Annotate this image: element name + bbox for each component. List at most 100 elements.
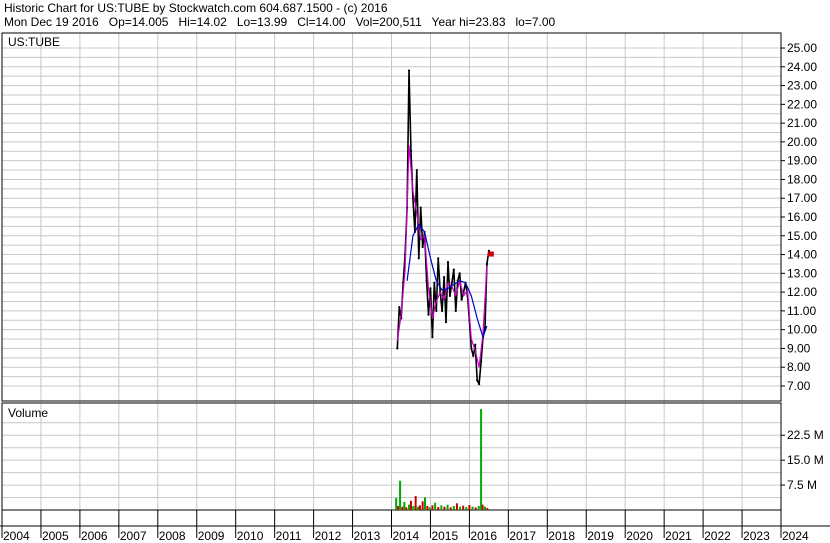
price-point <box>444 321 448 324</box>
x-tick-label: 2004 <box>3 529 30 543</box>
price-tick-label: 14.00 <box>787 248 817 262</box>
x-tick-label: 2005 <box>42 529 69 543</box>
volume-bar <box>401 506 404 510</box>
volume-bar <box>426 506 429 510</box>
volume-bar <box>462 505 465 510</box>
volume-bar <box>395 498 398 510</box>
price-point <box>417 257 420 260</box>
x-tick-label: 2021 <box>665 529 692 543</box>
price-tick-label: 23.00 <box>787 79 817 93</box>
volume-bar <box>428 507 431 510</box>
price-point <box>435 309 438 312</box>
price-point <box>429 287 432 290</box>
price-tick-label: 15.00 <box>787 229 817 243</box>
volume-bar <box>408 504 411 510</box>
price-point <box>415 168 418 172</box>
price-point <box>433 281 436 284</box>
x-tick-label: 2008 <box>159 529 186 543</box>
price-panel-label: US:TUBE <box>8 35 60 49</box>
price-point <box>427 313 430 316</box>
price-point <box>460 298 463 301</box>
volume-bar <box>459 506 462 510</box>
volume-bars <box>395 408 489 510</box>
price-point <box>442 275 446 279</box>
volume-bar <box>414 496 417 510</box>
x-tick-label: 2010 <box>237 529 264 543</box>
x-tick-label: 2023 <box>743 529 770 543</box>
volume-bar <box>449 507 452 510</box>
x-tick-label: 2019 <box>587 529 614 543</box>
volume-bar <box>465 507 468 510</box>
x-tick-label: 2020 <box>626 529 653 543</box>
price-tick-label: 20.00 <box>787 135 817 149</box>
volume-bar <box>421 501 424 510</box>
volume-bar <box>399 480 402 510</box>
price-point <box>450 281 453 284</box>
x-tick-label: 2007 <box>120 529 147 543</box>
price-tick-label: 12.00 <box>787 285 817 299</box>
volume-panel-label: Volume <box>8 406 48 420</box>
volume-bar <box>431 505 434 510</box>
price-volume-chart: 25.00 24.00 23.00 22.00 21.00 20.00 19.00 18.00… <box>0 32 830 543</box>
price-tick-label: 21.00 <box>787 116 817 130</box>
x-tick-label: 2022 <box>704 529 731 543</box>
volume-bar <box>397 506 400 510</box>
x-tick-label: 2015 <box>431 529 458 543</box>
volume-bar <box>446 504 449 510</box>
price-point <box>452 268 455 271</box>
price-tick-label: 16.00 <box>787 210 817 224</box>
price-tick-label: 17.00 <box>787 191 817 205</box>
chart-frame <box>0 32 830 538</box>
price-point <box>441 309 444 312</box>
price-point <box>409 150 413 153</box>
volume-bar <box>409 500 412 510</box>
price-point <box>474 343 477 346</box>
price-tick-label: 18.00 <box>787 172 817 186</box>
volume-bar <box>437 507 440 510</box>
price-point <box>485 262 489 266</box>
volume-tick-label: 15.0 M <box>787 453 824 467</box>
price-point <box>454 309 457 312</box>
last-price-marker <box>487 251 494 257</box>
price-point <box>407 69 411 72</box>
price-tick-label: 22.00 <box>787 97 817 111</box>
volume-bar <box>480 408 483 510</box>
x-tick-label: 2012 <box>315 529 342 543</box>
price-tick-label: 10.00 <box>787 323 817 337</box>
price-point <box>431 336 434 339</box>
price-line <box>396 69 492 385</box>
price-point <box>446 260 450 264</box>
price-tick-label: 8.00 <box>787 360 811 374</box>
volume-bar <box>440 505 443 510</box>
chart-grid <box>2 33 781 510</box>
volume-bar <box>471 506 474 510</box>
price-point <box>478 383 481 386</box>
price-point <box>419 206 422 209</box>
x-tick-label: 2009 <box>198 529 225 543</box>
volume-bar <box>418 505 421 510</box>
price-point <box>470 347 473 350</box>
price-tick-label: 9.00 <box>787 341 811 355</box>
x-tick-label: 2014 <box>393 529 420 543</box>
x-tick-label: 2017 <box>509 529 536 543</box>
volume-bar <box>403 502 406 510</box>
price-point <box>472 354 475 358</box>
price-tick-label: 13.00 <box>787 266 817 280</box>
price-series <box>396 69 494 386</box>
x-tick-label: 2024 <box>782 529 809 543</box>
price-point <box>398 306 401 309</box>
volume-bar <box>486 508 489 510</box>
volume-bar <box>455 503 458 510</box>
x-tick-label: 2016 <box>470 529 497 543</box>
volume-bar <box>412 506 415 510</box>
price-point <box>476 379 479 382</box>
volume-bar <box>405 507 408 510</box>
volume-bar <box>452 506 455 510</box>
price-tick-label: 11.00 <box>787 304 816 318</box>
price-point <box>396 347 399 350</box>
volume-bar <box>483 506 486 510</box>
volume-bar <box>468 505 471 510</box>
volume-bar <box>474 507 477 510</box>
x-tick-label: 2006 <box>81 529 108 543</box>
price-tick-label: 24.00 <box>787 60 817 74</box>
